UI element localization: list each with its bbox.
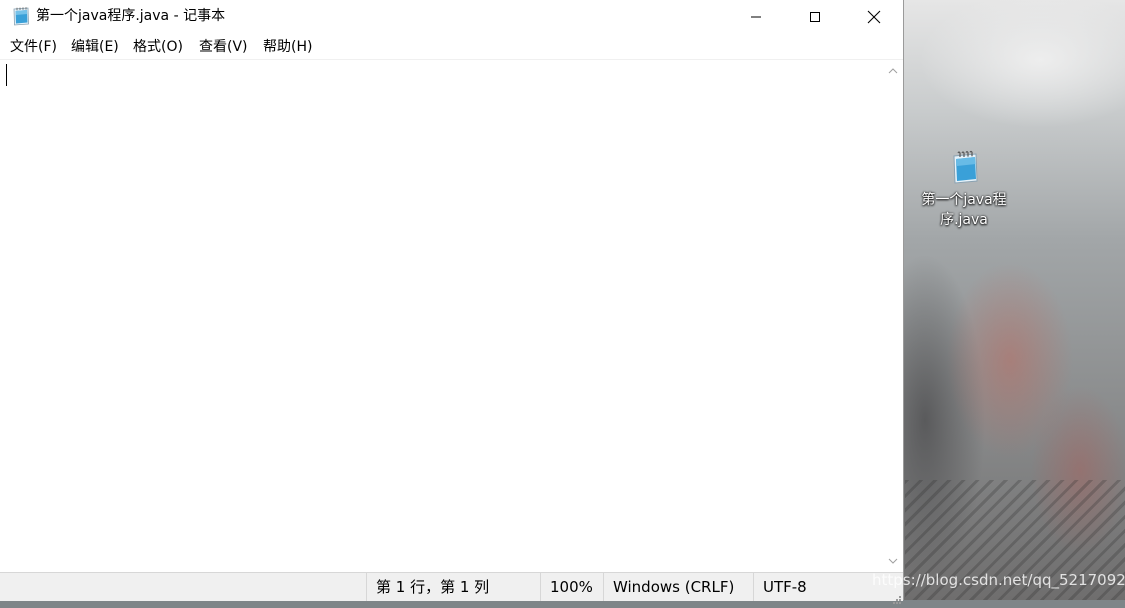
- resize-grip-icon[interactable]: [891, 589, 901, 604]
- menu-format[interactable]: 格式(O): [131, 37, 185, 57]
- status-cursor-position: 第 1 行，第 1 列: [366, 573, 540, 601]
- chevron-up-icon: [888, 67, 898, 73]
- watermark-text: https://blog.csdn.net/qq_52170926: [872, 571, 1125, 589]
- maximize-icon: [810, 11, 820, 22]
- menu-edit[interactable]: 编辑(E): [69, 37, 121, 57]
- window-title: 第一个java程序.java - 记事本: [36, 8, 226, 24]
- status-zoom: 100%: [540, 573, 603, 601]
- menu-help[interactable]: 帮助(H): [261, 37, 314, 57]
- close-button[interactable]: [845, 0, 903, 33]
- menu-bar: 文件(F) 编辑(E) 格式(O) 查看(V) 帮助(H): [0, 35, 903, 60]
- scroll-down-button[interactable]: [884, 552, 902, 569]
- vertical-scrollbar[interactable]: [884, 60, 902, 571]
- menu-file[interactable]: 文件(F): [8, 37, 59, 57]
- notepad-icon: [11, 6, 31, 26]
- scroll-up-button[interactable]: [884, 62, 902, 79]
- desktop-file-icon[interactable]: 第一个java程序.java: [914, 150, 1014, 230]
- menu-view[interactable]: 查看(V): [197, 37, 250, 57]
- status-bar: 第 1 行，第 1 列 100% Windows (CRLF) UTF-8: [0, 572, 903, 604]
- desktop-file-label: 第一个java程序.java: [921, 192, 1007, 228]
- close-icon: [867, 10, 881, 23]
- minimize-icon: [751, 16, 761, 17]
- text-caret: [6, 64, 7, 86]
- notepad-file-icon: [946, 150, 982, 186]
- maximize-button[interactable]: [786, 0, 844, 33]
- minimize-button[interactable]: [727, 0, 785, 33]
- status-line-ending: Windows (CRLF): [603, 573, 753, 601]
- text-editor[interactable]: [2, 60, 884, 571]
- title-bar[interactable]: 第一个java程序.java - 记事本: [0, 0, 903, 33]
- notepad-window: 第一个java程序.java - 记事本 文件(F) 编辑(E) 格式(O) 查…: [0, 0, 904, 604]
- chevron-down-icon: [888, 558, 898, 564]
